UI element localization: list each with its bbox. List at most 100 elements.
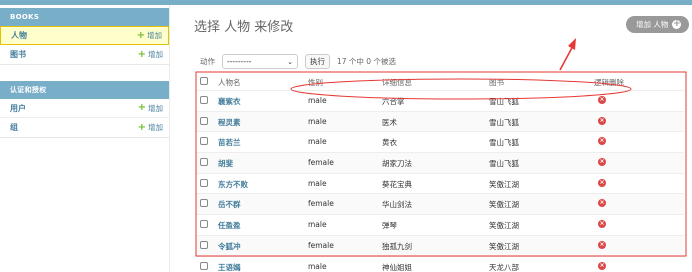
row-checkbox[interactable] bbox=[200, 137, 208, 146]
cell-name[interactable]: 程灵素 bbox=[218, 117, 241, 128]
cell-detail: 独孤九剑 bbox=[382, 241, 412, 251]
cell-gender: female bbox=[308, 199, 334, 209]
cell-book: 雪山飞狐 bbox=[489, 97, 519, 106]
deleted-false-icon: × bbox=[598, 96, 606, 104]
cell-name[interactable]: 襄紫衣 bbox=[218, 96, 241, 107]
cell-book: 天龙八部 bbox=[489, 262, 519, 272]
deleted-false-icon: × bbox=[598, 178, 606, 187]
cell-name[interactable]: 岳不群 bbox=[218, 199, 241, 210]
cell-detail: 医术 bbox=[382, 117, 397, 127]
run-action-button[interactable]: 执行 bbox=[305, 54, 330, 69]
row-checkbox[interactable] bbox=[200, 178, 208, 187]
cell-name[interactable]: 任盈盈 bbox=[218, 220, 241, 231]
actions-label: 动作 bbox=[200, 57, 215, 66]
select-all-checkbox[interactable] bbox=[200, 77, 208, 85]
add-link[interactable]: + 增加 bbox=[137, 30, 162, 41]
cell-name[interactable]: 胡斐 bbox=[218, 158, 233, 169]
column-header-detail[interactable]: 详细信息 bbox=[382, 77, 412, 88]
result-table: 人物名 性别 详细信息 图书 逻辑删除 襄紫衣 male 六合掌 雪山飞狐 × 程灵素 ma… bbox=[196, 73, 684, 272]
sidebar: BOOKS 人物 + 增加 图书 + 增加 认证和授权 用户 + 增加 组 + 增加 bbox=[0, 5, 170, 272]
plus-icon: + bbox=[672, 19, 682, 29]
table-row: 程灵素 male 医术 雪山飞狐 × bbox=[196, 111, 684, 133]
selection-count: 17 个中 0 个被选 bbox=[337, 57, 396, 66]
add-person-button[interactable]: 增加 人物 + bbox=[626, 16, 690, 33]
plus-icon: + bbox=[137, 48, 146, 60]
table-header: 人物名 性别 详细信息 图书 逻辑删除 bbox=[196, 73, 684, 91]
column-header-name[interactable]: 人物名 bbox=[218, 77, 241, 88]
column-header-gender[interactable]: 性别 bbox=[308, 77, 323, 88]
add-label: 增加 bbox=[148, 50, 163, 59]
table-row: 王语嫣 male 神仙姐姐 天龙八部 × bbox=[196, 257, 684, 272]
deleted-false-icon: × bbox=[598, 220, 606, 229]
row-checkbox[interactable] bbox=[200, 199, 208, 208]
plus-icon: + bbox=[137, 102, 146, 113]
sidebar-item-label[interactable]: 组 bbox=[10, 122, 18, 133]
add-link[interactable]: + 增加 bbox=[138, 103, 163, 114]
actions-bar: 动作 --------- ⌄ 执行 17 个中 0 个被选 bbox=[200, 54, 396, 69]
cell-book: 笑傲江湖 bbox=[489, 221, 519, 231]
cell-detail: 黄衣 bbox=[382, 138, 397, 148]
sidebar-item-label[interactable]: 图书 bbox=[10, 49, 26, 60]
action-select-value: --------- bbox=[227, 57, 252, 66]
cell-book: 笑傲江湖 bbox=[489, 241, 519, 251]
sidebar-item-users: 用户 + 增加 bbox=[0, 99, 169, 118]
sidebar-item-label[interactable]: 用户 bbox=[10, 103, 26, 114]
sidebar-item-person: 人物 + 增加 bbox=[0, 26, 169, 45]
column-header-deleted[interactable]: 逻辑删除 bbox=[594, 77, 624, 88]
cell-gender: male bbox=[308, 116, 327, 126]
cell-name[interactable]: 王语嫣 bbox=[218, 262, 241, 272]
action-select[interactable]: --------- ⌄ bbox=[222, 54, 298, 69]
deleted-false-icon: × bbox=[598, 158, 606, 167]
add-label: 增加 bbox=[148, 103, 163, 113]
cell-book: 雪山飞狐 bbox=[489, 159, 519, 169]
sidebar-item-label[interactable]: 人物 bbox=[11, 30, 27, 41]
cell-detail: 胡家刀法 bbox=[382, 159, 412, 169]
column-header-book[interactable]: 图书 bbox=[489, 77, 504, 88]
cell-gender: male bbox=[308, 178, 327, 188]
add-button-label: 增加 人物 bbox=[636, 20, 669, 29]
cell-gender: male bbox=[308, 261, 327, 271]
module-caption[interactable]: BOOKS bbox=[0, 8, 169, 26]
table-row: 岳不群 female 华山剑法 笑傲江湖 × bbox=[196, 194, 684, 216]
deleted-false-icon: × bbox=[598, 199, 606, 208]
cell-detail: 华山剑法 bbox=[382, 200, 412, 210]
module-auth: 认证和授权 用户 + 增加 组 + 增加 bbox=[0, 81, 169, 138]
cell-gender: male bbox=[308, 137, 327, 147]
add-link[interactable]: + 增加 bbox=[138, 122, 163, 133]
cell-detail: 神仙姐姐 bbox=[382, 262, 412, 272]
plus-icon: + bbox=[136, 29, 145, 41]
cell-name[interactable]: 令狐冲 bbox=[218, 241, 241, 252]
table-row: 襄紫衣 male 六合掌 雪山飞狐 × bbox=[196, 91, 684, 112]
chevron-down-icon: ⌄ bbox=[287, 57, 293, 66]
deleted-false-icon: × bbox=[598, 137, 606, 146]
cell-name[interactable]: 东方不败 bbox=[218, 179, 248, 190]
row-checkbox[interactable] bbox=[200, 96, 208, 104]
cell-gender: male bbox=[308, 96, 327, 105]
row-checkbox[interactable] bbox=[200, 116, 208, 125]
cell-gender: female bbox=[308, 240, 334, 250]
module-caption[interactable]: 认证和授权 bbox=[0, 81, 169, 99]
cell-book: 雪山飞狐 bbox=[489, 117, 519, 127]
sidebar-item-groups: 组 + 增加 bbox=[0, 118, 169, 137]
cell-book: 笑傲江湖 bbox=[489, 200, 519, 210]
row-checkbox[interactable] bbox=[200, 220, 208, 229]
add-label: 增加 bbox=[148, 123, 163, 132]
table-body: 襄紫衣 male 六合掌 雪山飞狐 × 程灵素 male 医术 雪山飞狐 × 苗若兰 male 黄衣 雪山… bbox=[196, 91, 684, 272]
sidebar-item-books: 图书 + 增加 bbox=[0, 45, 169, 64]
row-checkbox[interactable] bbox=[200, 261, 208, 270]
row-checkbox[interactable] bbox=[200, 158, 208, 167]
cell-gender: female bbox=[308, 158, 334, 168]
cell-book: 笑傲江湖 bbox=[489, 179, 519, 189]
table-row: 胡斐 female 胡家刀法 雪山飞狐 × bbox=[196, 153, 684, 174]
cell-book: 雪山飞狐 bbox=[489, 138, 519, 148]
row-checkbox[interactable] bbox=[200, 240, 208, 249]
add-label: 增加 bbox=[147, 31, 162, 40]
deleted-false-icon: × bbox=[598, 261, 606, 270]
add-link[interactable]: + 增加 bbox=[138, 49, 163, 60]
cell-detail: 六合掌 bbox=[382, 97, 405, 106]
deleted-false-icon: × bbox=[598, 116, 606, 125]
cell-name[interactable]: 苗若兰 bbox=[218, 137, 241, 148]
main-content: 选择 人物 来修改 增加 人物 + 动作 --------- ⌄ 执行 17 个… bbox=[186, 5, 692, 272]
page-title: 选择 人物 来修改 bbox=[194, 20, 294, 35]
module-books: BOOKS 人物 + 增加 图书 + 增加 bbox=[0, 8, 169, 65]
